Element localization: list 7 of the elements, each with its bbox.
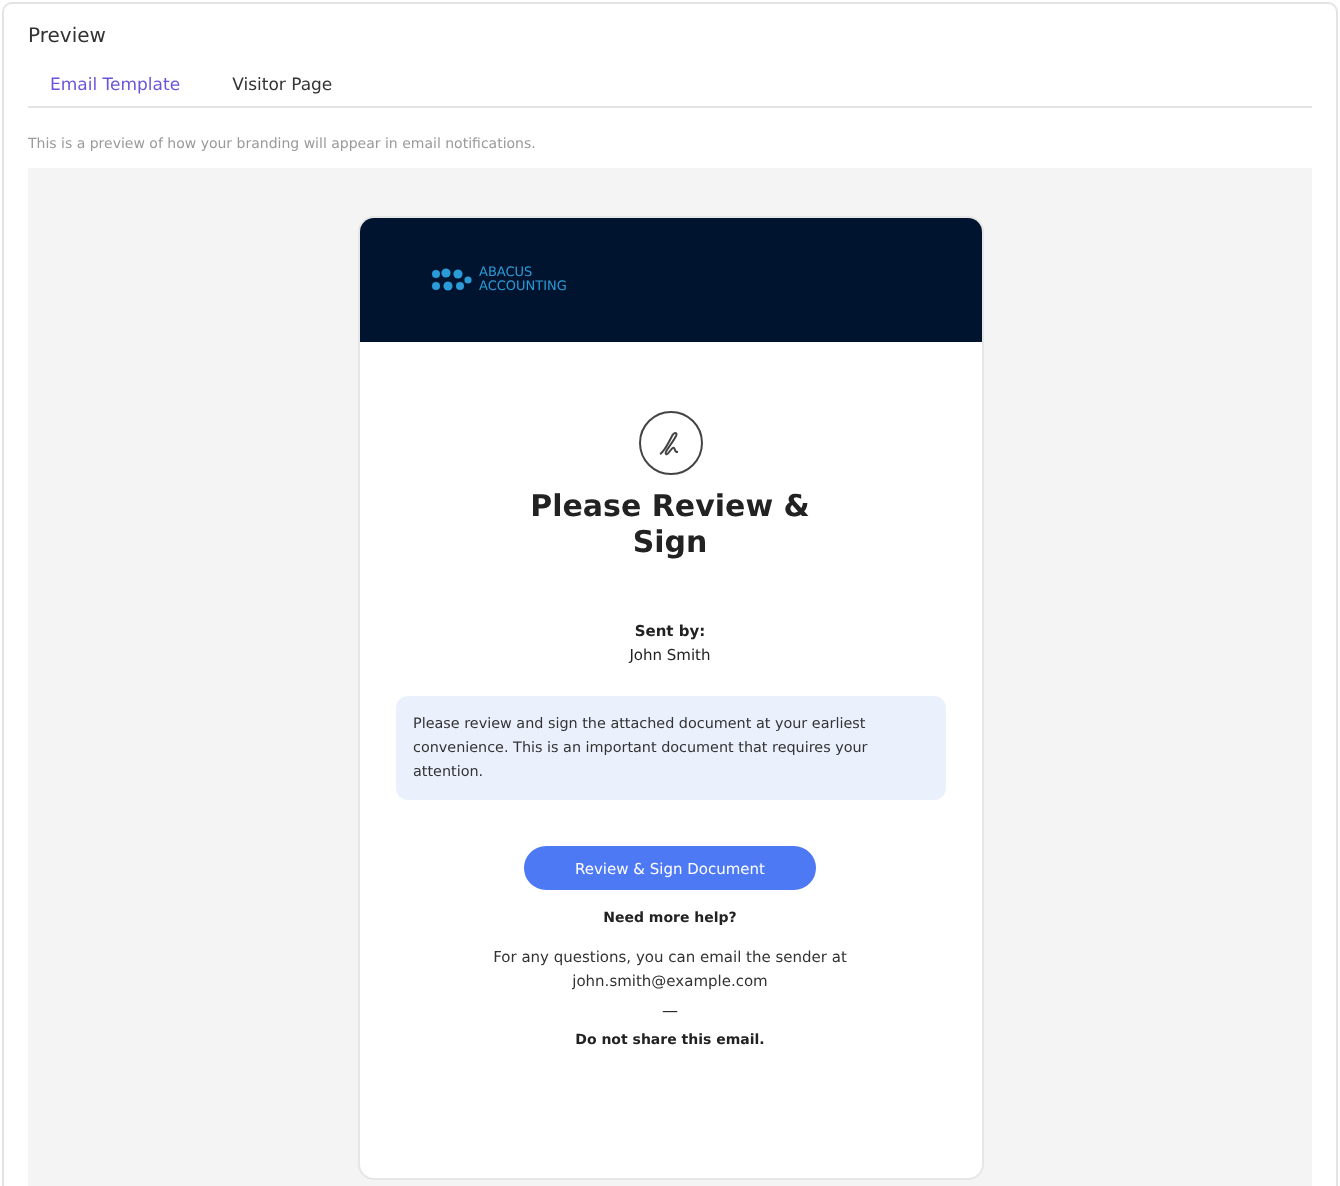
- dots-logo-icon: [431, 268, 471, 292]
- signature-icon: [637, 410, 703, 476]
- panel-title: Preview: [28, 24, 108, 50]
- email-heading: Please Review & Sign: [528, 488, 812, 560]
- tab[interactable]: Email Template: [28, 74, 203, 98]
- tab[interactable]: Visitor Page: [210, 74, 355, 98]
- separator-dash: —: [662, 1000, 678, 1024]
